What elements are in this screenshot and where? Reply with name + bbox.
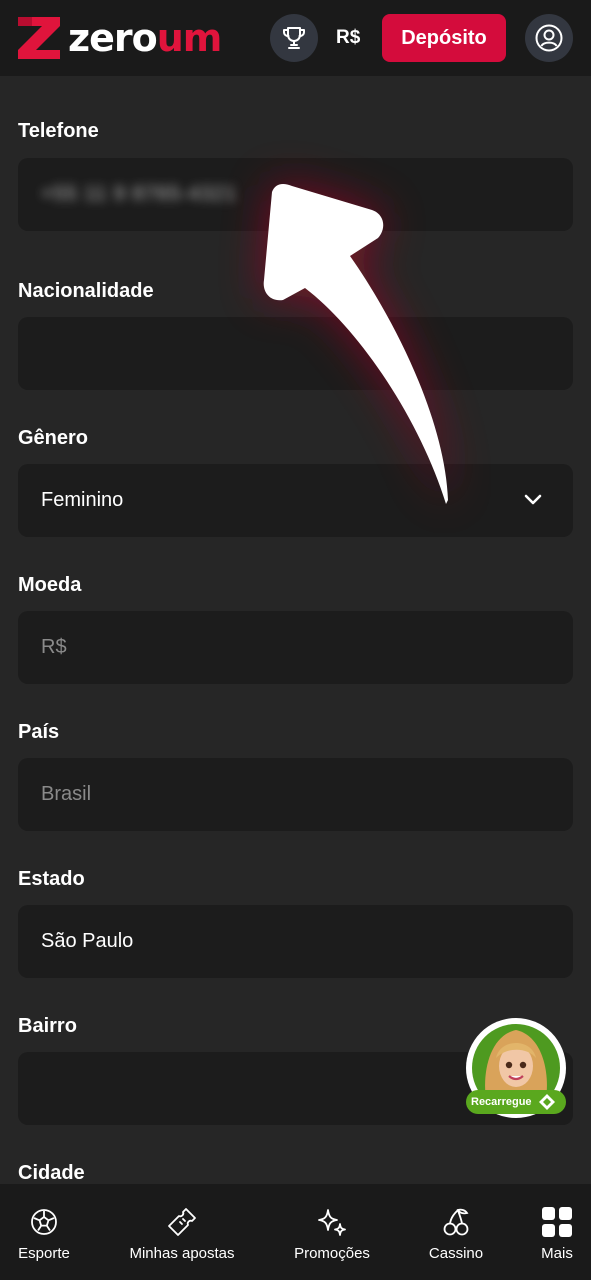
telefone-field[interactable]: +55 11 9 8765-4321 <box>18 158 573 231</box>
cherries-icon <box>443 1208 469 1236</box>
bairro-label: Bairro <box>18 1015 77 1037</box>
estado-value: São Paulo <box>41 930 134 952</box>
recarregue-label: Recarregue <box>471 1096 532 1108</box>
ticket-icon <box>168 1208 196 1236</box>
telefone-value: +55 11 9 8765-4321 <box>41 183 238 205</box>
deposit-button[interactable]: Depósito <box>382 14 506 62</box>
pais-value: Brasil <box>41 783 92 805</box>
chevron-down-icon <box>524 494 542 505</box>
telefone-label: Telefone <box>18 120 99 142</box>
nacionalidade-label: Nacionalidade <box>18 280 154 302</box>
profile-button[interactable] <box>525 14 573 62</box>
cidade-label: Cidade <box>18 1162 85 1184</box>
nacionalidade-field[interactable] <box>18 317 573 390</box>
nav-item-mais[interactable]: Mais <box>527 1184 587 1280</box>
genero-select[interactable]: Feminino <box>18 464 573 537</box>
logo-text: zeroum <box>68 16 222 60</box>
estado-label: Estado <box>18 868 85 890</box>
moeda-value: R$ <box>41 636 67 658</box>
z-logo-icon <box>18 17 60 59</box>
recarregue-badge[interactable]: Recarregue <box>466 1090 566 1114</box>
genero-value: Feminino <box>41 489 124 511</box>
nav-item-esporte[interactable]: Esporte <box>8 1184 80 1280</box>
estado-select[interactable]: São Paulo <box>18 905 573 978</box>
nav-item-promocoes[interactable]: Promoções <box>286 1184 378 1280</box>
sparkle-icon <box>318 1209 346 1236</box>
nav-item-cassino[interactable]: Cassino <box>420 1184 492 1280</box>
trophy-icon <box>282 27 306 49</box>
soccer-ball-icon <box>31 1209 57 1235</box>
trophy-button[interactable] <box>270 14 318 62</box>
moeda-field: R$ <box>18 611 573 684</box>
zeroum-logo[interactable]: zeroum <box>18 16 222 60</box>
pix-icon <box>538 1094 555 1110</box>
chat-widget[interactable]: Recarregue <box>466 1018 566 1122</box>
bottom-navigation: Esporte Minhas apostas Promoções Cassino… <box>0 1184 591 1280</box>
top-header: zeroum R$ Depósito <box>0 0 591 76</box>
user-circle-icon <box>535 24 563 52</box>
pais-field: Brasil <box>18 758 573 831</box>
moeda-label: Moeda <box>18 574 82 596</box>
nav-item-minhas-apostas[interactable]: Minhas apostas <box>122 1184 242 1280</box>
grid-icon <box>542 1207 572 1237</box>
genero-label: Gênero <box>18 427 89 449</box>
pais-label: País <box>18 721 60 743</box>
balance-display[interactable]: R$ <box>336 27 360 49</box>
